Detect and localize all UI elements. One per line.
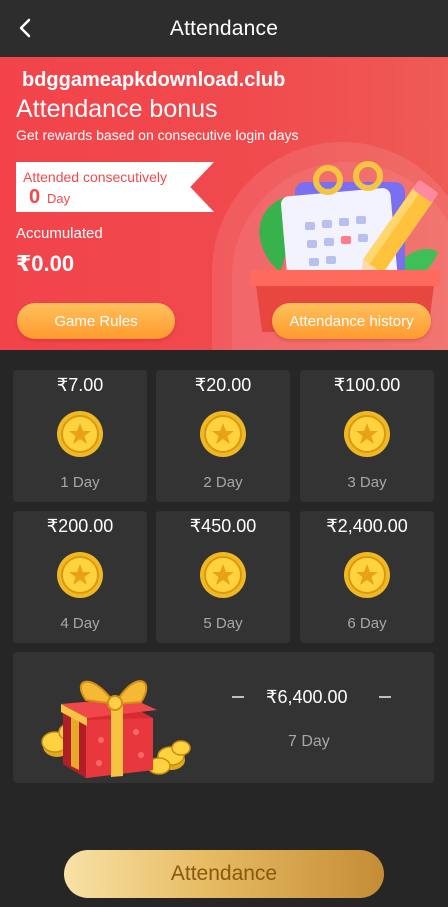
day-card-2[interactable]: ₹20.00 2 Day — [156, 370, 290, 502]
day-reward-amount: ₹7.00 — [56, 375, 104, 395]
attendance-banner: bdggameapkdownload.club Attendance bonus… — [0, 57, 448, 350]
day-label: 3 Day — [347, 474, 387, 491]
day-reward-amount: ₹450.00 — [189, 516, 257, 536]
day-card-6[interactable]: ₹2,400.00 6 Day — [300, 511, 434, 643]
attendance-button[interactable]: Attendance — [64, 850, 384, 898]
back-button[interactable] — [12, 14, 40, 42]
day-label: 6 Day — [347, 615, 387, 632]
game-rules-button[interactable]: Game Rules — [17, 303, 175, 339]
top-bar: Attendance — [0, 0, 448, 57]
gift-icon — [41, 680, 191, 778]
coin-icon — [57, 552, 103, 598]
accumulated-label: Accumulated — [16, 225, 103, 242]
banner-subtitle: Get rewards based on consecutive login d… — [16, 127, 299, 143]
day-card-1[interactable]: ₹7.00 1 Day — [13, 370, 147, 502]
decorative-dash — [232, 696, 244, 698]
decorative-dash — [379, 696, 391, 698]
day-label: 2 Day — [203, 474, 243, 491]
consecutive-label: Attended consecutively — [23, 169, 167, 185]
consecutive-count: 0 — [29, 186, 41, 208]
coin-icon — [200, 552, 246, 598]
coin-icon — [344, 411, 390, 457]
day-reward-amount: ₹200.00 — [46, 516, 114, 536]
day-reward-amount: ₹6,400.00 — [266, 687, 348, 707]
day-label: 7 Day — [288, 733, 330, 750]
banner-title: Attendance bonus — [16, 95, 218, 123]
consecutive-unit: Day — [47, 191, 71, 206]
day-card-5[interactable]: ₹450.00 5 Day — [156, 511, 290, 643]
consecutive-days-box: Attended consecutively 0 Day — [16, 162, 214, 212]
coin-icon — [200, 411, 246, 457]
day-label: 4 Day — [60, 615, 100, 632]
day-reward-amount: ₹20.00 — [194, 375, 252, 395]
attendance-history-button[interactable]: Attendance history — [272, 303, 431, 339]
back-arrow-icon — [19, 18, 31, 38]
coin-icon — [57, 411, 103, 457]
day-reward-amount: ₹2,400.00 — [326, 516, 408, 536]
day-card-4[interactable]: ₹200.00 4 Day — [13, 511, 147, 643]
day-card-7[interactable]: ₹6,400.00 7 Day — [13, 652, 434, 783]
day-reward-amount: ₹100.00 — [333, 375, 401, 395]
accumulated-value: ₹0.00 — [16, 251, 75, 276]
day-label: 1 Day — [60, 474, 100, 491]
day-card-3[interactable]: ₹100.00 3 Day — [300, 370, 434, 502]
day-label: 5 Day — [203, 615, 243, 632]
site-name: bdggameapkdownload.club — [22, 69, 286, 91]
coin-icon — [344, 552, 390, 598]
page-title: Attendance — [169, 16, 279, 40]
